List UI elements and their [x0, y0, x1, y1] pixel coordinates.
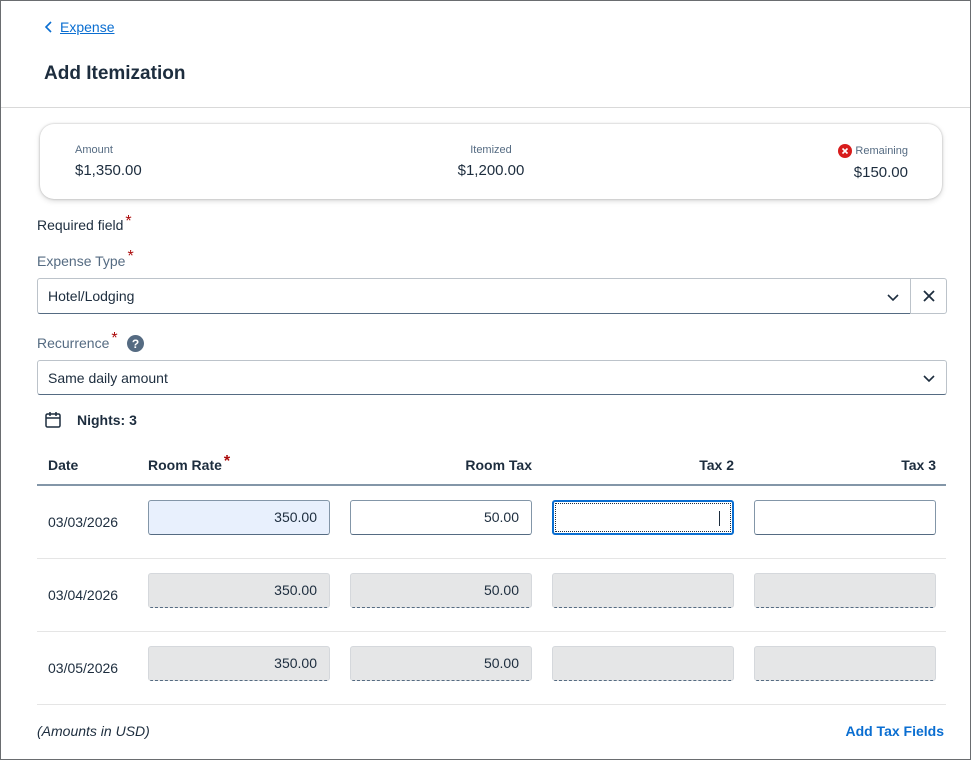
- remaining-value: $150.00: [853, 164, 908, 181]
- column-header-tax-2: Tax 2: [699, 457, 734, 473]
- error-icon: [838, 144, 853, 158]
- row-date: 03/04/2026: [48, 587, 119, 603]
- room-rate-readonly: 350.00: [148, 646, 330, 681]
- tax-2-readonly: [552, 573, 734, 608]
- recurrence-select[interactable]: Same daily amount: [37, 360, 947, 395]
- tax-3-readonly: [754, 646, 936, 681]
- chevron-down-icon: [923, 375, 935, 383]
- table-header: Date Room Rate * Room Tax Tax 2 Tax 3: [37, 445, 946, 486]
- remaining-label: Remaining: [855, 145, 908, 157]
- itemization-page: Expense Add Itemization Amount $1,350.00…: [0, 0, 971, 760]
- room-tax-readonly: 50.00: [350, 573, 532, 608]
- tax-3-input[interactable]: [754, 500, 936, 535]
- itemization-table: Date Room Rate * Room Tax Tax 2 Tax 3 03/…: [37, 445, 946, 705]
- chevron-down-icon: [887, 294, 899, 302]
- table-row: 03/04/2026 350.00 50.00: [37, 559, 946, 632]
- itemization-summary-card: Amount $1,350.00 Itemized $1,200.00 Rema…: [40, 124, 942, 199]
- itemized-summary: Itemized $1,200.00: [40, 144, 942, 179]
- room-rate-input[interactable]: 350.00: [148, 500, 330, 535]
- chevron-left-icon: [44, 21, 52, 33]
- required-marker: *: [127, 248, 134, 265]
- itemized-value: $1,200.00: [457, 162, 525, 179]
- expense-type-select[interactable]: Hotel/Lodging: [37, 278, 911, 314]
- expense-type-label-text: Expense Type: [37, 253, 126, 269]
- required-marker: *: [111, 330, 118, 347]
- back-link-label[interactable]: Expense: [60, 19, 114, 35]
- help-icon[interactable]: ?: [126, 334, 144, 352]
- expense-type-value: Hotel/Lodging: [48, 288, 135, 304]
- column-header-room-tax: Room Tax: [465, 457, 532, 473]
- page-title: Add Itemization: [44, 63, 186, 84]
- nights-label: Nights: 3: [77, 412, 137, 428]
- remaining-summary: Remaining $150.00: [838, 144, 908, 181]
- tax-2-input[interactable]: [552, 500, 734, 535]
- column-header-tax-3: Tax 3: [901, 457, 936, 473]
- row-date: 03/05/2026: [48, 660, 119, 676]
- calendar-icon: [45, 412, 61, 428]
- room-rate-header-label: Room Rate: [148, 457, 222, 473]
- required-marker: *: [125, 213, 132, 230]
- required-field-note: Required field *: [37, 213, 132, 235]
- text-cursor: [718, 511, 720, 526]
- clear-expense-type-button[interactable]: [910, 278, 947, 314]
- close-icon: [922, 290, 935, 302]
- table-row: 03/03/2026 350.00 50.00: [37, 486, 946, 559]
- room-rate-readonly: 350.00: [148, 573, 330, 608]
- page-header: Expense Add Itemization: [1, 1, 970, 108]
- nights-count: Nights: 3: [44, 411, 137, 429]
- expense-type-label: Expense Type *: [37, 248, 134, 270]
- recurrence-label: Recurrence * ?: [37, 330, 144, 352]
- row-date: 03/03/2026: [48, 514, 119, 530]
- room-tax-readonly: 50.00: [350, 646, 532, 681]
- itemized-label: Itemized: [470, 144, 512, 156]
- recurrence-label-text: Recurrence: [37, 335, 110, 351]
- table-row: 03/05/2026 350.00 50.00: [37, 632, 946, 705]
- svg-text:?: ?: [131, 337, 138, 351]
- required-marker: *: [223, 453, 231, 470]
- recurrence-value: Same daily amount: [48, 369, 168, 386]
- column-header-date: Date: [48, 457, 79, 473]
- column-header-room-rate: Room Rate *: [148, 453, 230, 475]
- tax-2-readonly: [552, 646, 734, 681]
- tax-3-readonly: [754, 573, 936, 608]
- required-note-label: Required field: [37, 217, 124, 233]
- amounts-currency-note: (Amounts in USD): [37, 723, 150, 739]
- add-tax-fields-link[interactable]: Add Tax Fields: [845, 723, 944, 739]
- back-link-expense[interactable]: Expense: [44, 19, 114, 35]
- room-tax-input[interactable]: 50.00: [350, 500, 532, 535]
